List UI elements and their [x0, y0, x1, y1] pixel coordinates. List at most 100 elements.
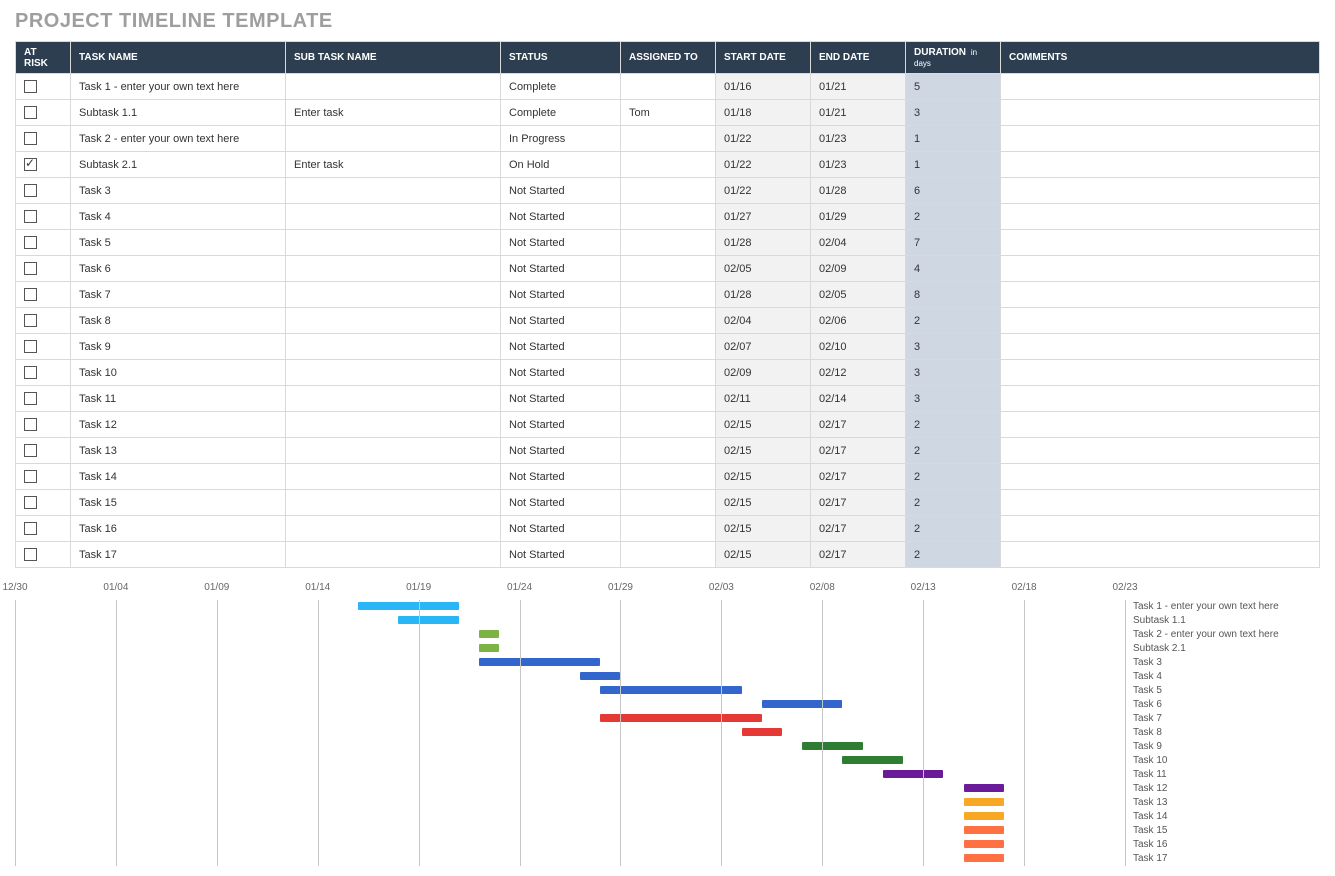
- risk-cell[interactable]: [16, 438, 71, 464]
- comments-cell[interactable]: [1001, 490, 1320, 516]
- assigned-cell[interactable]: [621, 386, 716, 412]
- end-cell[interactable]: 02/10: [811, 334, 906, 360]
- risk-checkbox[interactable]: [24, 392, 37, 405]
- status-cell[interactable]: Not Started: [501, 490, 621, 516]
- risk-checkbox[interactable]: [24, 236, 37, 249]
- comments-cell[interactable]: [1001, 204, 1320, 230]
- end-cell[interactable]: 01/21: [811, 100, 906, 126]
- risk-cell[interactable]: [16, 464, 71, 490]
- subtask-cell[interactable]: Enter task: [286, 100, 501, 126]
- subtask-cell[interactable]: [286, 438, 501, 464]
- subtask-cell[interactable]: [286, 464, 501, 490]
- end-cell[interactable]: 02/05: [811, 282, 906, 308]
- risk-cell[interactable]: [16, 256, 71, 282]
- assigned-cell[interactable]: [621, 204, 716, 230]
- duration-cell[interactable]: 6: [906, 178, 1001, 204]
- comments-cell[interactable]: [1001, 438, 1320, 464]
- duration-cell[interactable]: 3: [906, 334, 1001, 360]
- end-cell[interactable]: 02/09: [811, 256, 906, 282]
- risk-checkbox[interactable]: [24, 496, 37, 509]
- start-cell[interactable]: 01/18: [716, 100, 811, 126]
- subtask-cell[interactable]: [286, 178, 501, 204]
- subtask-cell[interactable]: [286, 386, 501, 412]
- comments-cell[interactable]: [1001, 178, 1320, 204]
- comments-cell[interactable]: [1001, 152, 1320, 178]
- start-cell[interactable]: 02/15: [716, 438, 811, 464]
- duration-cell[interactable]: 5: [906, 74, 1001, 100]
- status-cell[interactable]: Not Started: [501, 256, 621, 282]
- task-cell[interactable]: Task 9: [71, 334, 286, 360]
- comments-cell[interactable]: [1001, 360, 1320, 386]
- risk-cell[interactable]: [16, 360, 71, 386]
- risk-cell[interactable]: [16, 152, 71, 178]
- comments-cell[interactable]: [1001, 230, 1320, 256]
- end-cell[interactable]: 02/12: [811, 360, 906, 386]
- status-cell[interactable]: Not Started: [501, 438, 621, 464]
- status-cell[interactable]: Not Started: [501, 308, 621, 334]
- risk-checkbox[interactable]: [24, 366, 37, 379]
- start-cell[interactable]: 02/07: [716, 334, 811, 360]
- status-cell[interactable]: Not Started: [501, 334, 621, 360]
- duration-cell[interactable]: 3: [906, 100, 1001, 126]
- subtask-cell[interactable]: Enter task: [286, 152, 501, 178]
- risk-checkbox[interactable]: [24, 210, 37, 223]
- subtask-cell[interactable]: [286, 126, 501, 152]
- assigned-cell[interactable]: [621, 178, 716, 204]
- risk-cell[interactable]: [16, 386, 71, 412]
- risk-checkbox[interactable]: [24, 132, 37, 145]
- assigned-cell[interactable]: [621, 308, 716, 334]
- risk-cell[interactable]: [16, 230, 71, 256]
- risk-checkbox[interactable]: [24, 106, 37, 119]
- duration-cell[interactable]: 3: [906, 360, 1001, 386]
- comments-cell[interactable]: [1001, 334, 1320, 360]
- task-cell[interactable]: Task 3: [71, 178, 286, 204]
- task-cell[interactable]: Task 16: [71, 516, 286, 542]
- task-cell[interactable]: Task 5: [71, 230, 286, 256]
- status-cell[interactable]: On Hold: [501, 152, 621, 178]
- duration-cell[interactable]: 1: [906, 152, 1001, 178]
- end-cell[interactable]: 02/17: [811, 412, 906, 438]
- risk-checkbox[interactable]: [24, 288, 37, 301]
- comments-cell[interactable]: [1001, 282, 1320, 308]
- start-cell[interactable]: 01/22: [716, 178, 811, 204]
- assigned-cell[interactable]: [621, 152, 716, 178]
- duration-cell[interactable]: 2: [906, 490, 1001, 516]
- status-cell[interactable]: Not Started: [501, 516, 621, 542]
- end-cell[interactable]: 01/23: [811, 126, 906, 152]
- assigned-cell[interactable]: [621, 464, 716, 490]
- risk-cell[interactable]: [16, 74, 71, 100]
- subtask-cell[interactable]: [286, 360, 501, 386]
- start-cell[interactable]: 01/16: [716, 74, 811, 100]
- risk-cell[interactable]: [16, 204, 71, 230]
- start-cell[interactable]: 01/22: [716, 152, 811, 178]
- subtask-cell[interactable]: [286, 490, 501, 516]
- assigned-cell[interactable]: [621, 256, 716, 282]
- duration-cell[interactable]: 2: [906, 438, 1001, 464]
- start-cell[interactable]: 02/15: [716, 412, 811, 438]
- start-cell[interactable]: 01/28: [716, 230, 811, 256]
- comments-cell[interactable]: [1001, 100, 1320, 126]
- comments-cell[interactable]: [1001, 74, 1320, 100]
- task-cell[interactable]: Task 6: [71, 256, 286, 282]
- status-cell[interactable]: Not Started: [501, 412, 621, 438]
- duration-cell[interactable]: 2: [906, 464, 1001, 490]
- risk-cell[interactable]: [16, 542, 71, 568]
- duration-cell[interactable]: 2: [906, 412, 1001, 438]
- duration-cell[interactable]: 2: [906, 204, 1001, 230]
- status-cell[interactable]: Complete: [501, 74, 621, 100]
- risk-cell[interactable]: [16, 516, 71, 542]
- end-cell[interactable]: 02/17: [811, 516, 906, 542]
- duration-cell[interactable]: 2: [906, 516, 1001, 542]
- comments-cell[interactable]: [1001, 542, 1320, 568]
- assigned-cell[interactable]: [621, 438, 716, 464]
- end-cell[interactable]: 02/06: [811, 308, 906, 334]
- subtask-cell[interactable]: [286, 308, 501, 334]
- status-cell[interactable]: Not Started: [501, 204, 621, 230]
- task-cell[interactable]: Task 13: [71, 438, 286, 464]
- start-cell[interactable]: 01/28: [716, 282, 811, 308]
- end-cell[interactable]: 02/17: [811, 542, 906, 568]
- risk-cell[interactable]: [16, 412, 71, 438]
- risk-checkbox[interactable]: [24, 184, 37, 197]
- comments-cell[interactable]: [1001, 386, 1320, 412]
- risk-cell[interactable]: [16, 100, 71, 126]
